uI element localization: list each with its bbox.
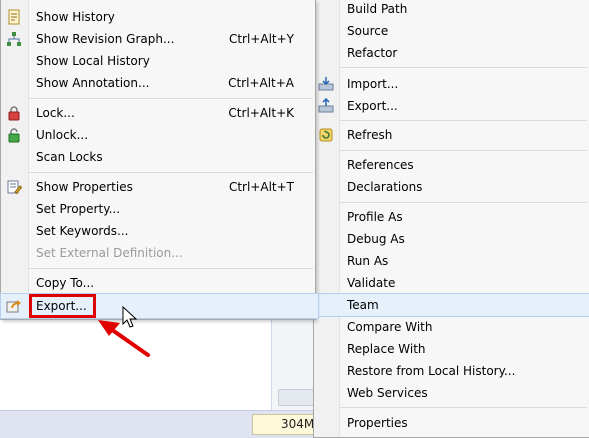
menu-item-refactor[interactable]: Refactor: [314, 42, 589, 64]
menu-item-set-keywords[interactable]: Set Keywords...: [1, 220, 315, 242]
menu-item-label: Import...: [347, 77, 399, 91]
menu-item-restore-local-history[interactable]: Restore from Local History...: [314, 360, 589, 382]
menu-item-label: Set Keywords...: [36, 224, 129, 238]
properties-icon: [6, 179, 23, 195]
menu-item-properties[interactable]: Properties: [314, 412, 589, 434]
menu-item-show-annotation[interactable]: Show Annotation... Ctrl+Alt+A: [1, 72, 315, 94]
menu-item-label: Copy To...: [36, 276, 95, 290]
import-icon: [318, 76, 334, 92]
menu-item-export[interactable]: Export...: [314, 95, 589, 117]
menu-item-team[interactable]: Team: [313, 293, 589, 317]
menu-item-label: Restore from Local History...: [347, 364, 516, 378]
menu-item-label: Team: [347, 298, 379, 312]
menu-item-label: Web Services: [347, 386, 428, 400]
menu-item-label: Replace With: [347, 342, 426, 356]
menu-item-refresh[interactable]: Refresh: [314, 124, 589, 146]
editor-area: [0, 318, 272, 410]
menu-separator: [29, 268, 313, 269]
menu-item-label: References: [347, 158, 414, 172]
history-icon: [6, 9, 22, 25]
menu-item-show-revision-graph[interactable]: Show Revision Graph... Ctrl+Alt+Y: [1, 28, 315, 50]
menu-item-shortcut: Ctrl+Alt+T: [228, 180, 294, 194]
menu-item-label: Unlock...: [36, 128, 89, 142]
menu-item-build-path[interactable]: Build Path: [314, 0, 589, 20]
menu-item-declarations[interactable]: Declarations: [314, 176, 589, 198]
menu-item-show-history[interactable]: Show History: [1, 6, 315, 28]
menu-item-label: Export...: [36, 299, 87, 313]
menu-item-label: Show History: [36, 10, 115, 24]
menu-item-web-services[interactable]: Web Services: [314, 382, 589, 404]
menu-item-label: Refactor: [347, 46, 398, 60]
menu-separator: [29, 172, 313, 173]
menu-item-label: Refresh: [347, 128, 393, 142]
menu-item-debug-as[interactable]: Debug As: [314, 228, 589, 250]
menu-separator: [29, 98, 313, 99]
menu-item-label: Debug As: [347, 232, 405, 246]
menu-item-label: Run As: [347, 254, 389, 268]
menu-item-label: Show Local History: [36, 54, 150, 68]
menu-item-shortcut: Ctrl+Alt+Y: [228, 32, 294, 46]
menu-item-label: Show Annotation...: [36, 76, 150, 90]
menu-item-export-highlighted[interactable]: Export...: [0, 293, 319, 319]
menu-item-label: Set External Definition...: [36, 246, 183, 260]
menu-item-label: Declarations: [347, 180, 423, 194]
menu-item-lock[interactable]: Lock... Ctrl+Alt+K: [1, 102, 315, 124]
menu-separator: [340, 202, 587, 203]
menu-item-label: Lock...: [36, 106, 75, 120]
menu-item-label: Show Revision Graph...: [36, 32, 175, 46]
menu-item-validate[interactable]: Validate: [314, 272, 589, 294]
menu-item-set-property[interactable]: Set Property...: [1, 198, 315, 220]
export-icon: [6, 298, 22, 314]
menu-item-import[interactable]: Import...: [314, 73, 589, 95]
menu-item-label: Show Properties: [36, 180, 133, 194]
menu-separator: [340, 120, 587, 121]
menu-separator: [340, 150, 587, 151]
mouse-cursor-icon: [122, 306, 138, 328]
menu-item-label: Source: [347, 24, 389, 38]
menu-item-run-as[interactable]: Run As: [314, 250, 589, 272]
menu-item-copy-to[interactable]: Copy To...: [1, 272, 315, 294]
menu-item-unlock[interactable]: Unlock...: [1, 124, 315, 146]
menu-item-scan-locks[interactable]: Scan Locks: [1, 146, 315, 168]
menu-item-label: Set Property...: [36, 202, 121, 216]
horizontal-scrollbar[interactable]: [278, 389, 314, 406]
menu-item-compare-with[interactable]: Compare With: [314, 316, 589, 338]
menu-item-label: Export...: [347, 99, 398, 113]
menu-item-shortcut: Ctrl+Alt+K: [228, 106, 294, 120]
unlock-icon: [6, 127, 22, 143]
menu-item-label: Build Path: [347, 2, 408, 16]
menu-separator: [340, 67, 587, 68]
team-submenu: Show History Show Revision Graph... Ctrl…: [0, 0, 319, 320]
menu-separator: [340, 407, 587, 408]
menu-item-label: Properties: [347, 416, 408, 430]
context-menu: Build Path Source Refactor Import... Exp…: [313, 0, 589, 438]
menu-item-replace-with[interactable]: Replace With: [314, 338, 589, 360]
menu-item-set-external-definition: Set External Definition...: [1, 242, 315, 264]
menu-item-label: Validate: [347, 276, 396, 290]
revision-graph-icon: [6, 31, 22, 47]
menu-item-label: Scan Locks: [36, 150, 103, 164]
menu-item-label: Profile As: [347, 210, 403, 224]
refresh-icon: [318, 127, 334, 143]
heap-status[interactable]: 304M: [252, 414, 316, 435]
menu-item-label: Compare With: [347, 320, 433, 334]
menu-item-shortcut: Ctrl+Alt+A: [228, 76, 294, 90]
menu-item-source[interactable]: Source: [314, 20, 589, 42]
menu-item-show-local-history[interactable]: Show Local History: [1, 50, 315, 72]
lock-icon: [6, 105, 22, 121]
menu-item-show-properties[interactable]: Show Properties Ctrl+Alt+T: [1, 176, 315, 198]
export-icon: [318, 97, 334, 114]
menu-item-references[interactable]: References: [314, 154, 589, 176]
menu-item-profile-as[interactable]: Profile As: [314, 206, 589, 228]
